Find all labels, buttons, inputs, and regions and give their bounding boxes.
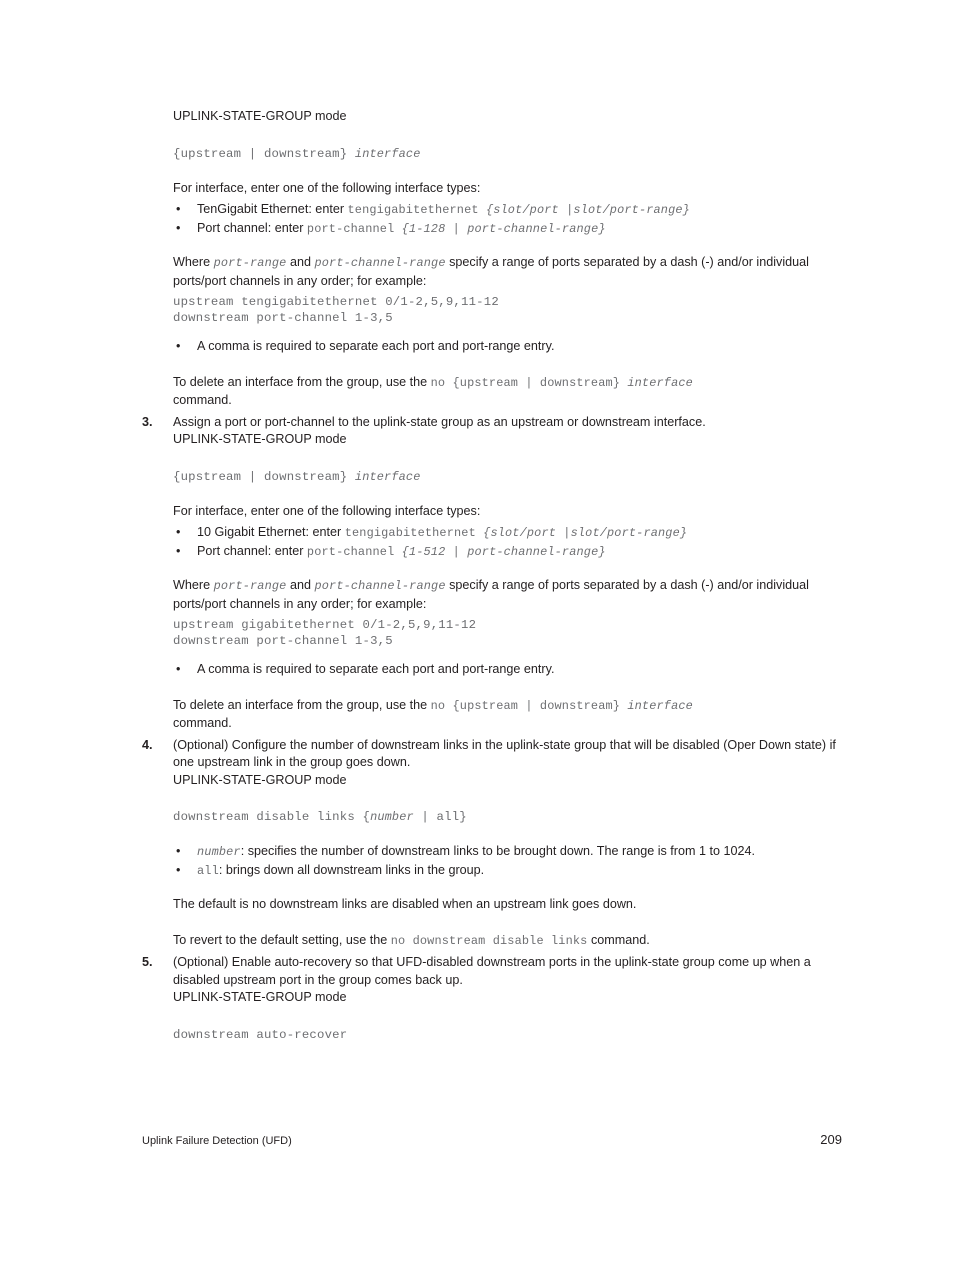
bullet-dot-icon: • xyxy=(176,862,181,877)
bullet-dot-icon: • xyxy=(176,662,181,676)
bullet-mono: port-channel xyxy=(306,544,402,559)
comma-note-list-1: • A comma is required to separate each po… xyxy=(142,338,842,356)
downstream-disable-options-list: • number: specifies the number of downstr… xyxy=(142,843,842,880)
bullet-dot-icon: • xyxy=(176,339,181,353)
bullet-mono: all xyxy=(197,863,219,878)
step-text: (Optional) Configure the number of downs… xyxy=(173,737,836,770)
list-item: • all: brings down all downstream links i… xyxy=(176,862,842,881)
step-text: (Optional) Enable auto-recovery so that … xyxy=(173,955,811,987)
bullet-dot-icon: • xyxy=(176,844,181,858)
bullet-label: Port channel: enter xyxy=(197,543,307,558)
delete-pre: To delete an interface from the group, u… xyxy=(173,697,431,712)
interface-types-list-1: • TenGigabit Ethernet: enter tengigabitet… xyxy=(142,201,842,238)
bullet-label: Port channel: enter xyxy=(197,220,307,235)
where-mono-1: port-range xyxy=(213,256,287,270)
bullet-mono: port-channel xyxy=(306,221,402,236)
bullet-mono: tengigabitethernet xyxy=(347,203,486,217)
where-mid: and xyxy=(286,578,315,592)
delete-pre: To delete an interface from the group, u… xyxy=(173,374,431,389)
list-item: • A comma is required to separate each po… xyxy=(176,661,842,679)
bullet-mono: tengigabitethernet xyxy=(344,526,484,540)
syntax-plain-1: {upstream | downstream} xyxy=(173,146,355,161)
revert-mono: no downstream disable links xyxy=(390,933,588,948)
list-item: • A comma is required to separate each po… xyxy=(176,338,842,356)
bullet-label: TenGigabit Ethernet: enter xyxy=(197,202,348,216)
syntax-downstream-auto-recover: downstream auto-recover xyxy=(173,1027,348,1042)
step-5: 5. (Optional) Enable auto-recovery so th… xyxy=(142,954,845,1007)
list-item: • Port channel: enter port-channel {1-512… xyxy=(176,543,842,562)
example-code-1: upstream tengigabitethernet 0/1-2,5,9,11… xyxy=(173,295,499,325)
revert-post: command. xyxy=(587,932,650,947)
list-item: • 10 Gigabit Ethernet: enter tengigabitet… xyxy=(176,524,842,543)
syntax-italic-4: number xyxy=(370,810,414,824)
step-text: Assign a port or port-channel to the upl… xyxy=(173,414,706,429)
comma-note-list-3: • A comma is required to separate each po… xyxy=(142,661,842,679)
list-item: • number: specifies the number of downstr… xyxy=(176,843,842,862)
footer-page-number: 209 xyxy=(820,1132,842,1147)
bullet-italic: {slot/port |slot/port-range} xyxy=(483,526,688,540)
default-note-4: The default is no downstream links are d… xyxy=(173,897,637,911)
syntax-interface-3: {upstream | downstream} interface xyxy=(173,469,845,485)
step-number: 5. xyxy=(142,955,153,969)
bullet-label: A comma is required to separate each por… xyxy=(197,662,555,676)
syntax-plain-3: {upstream | downstream} xyxy=(173,469,355,484)
delete-post: command. xyxy=(173,393,232,407)
page-content: UPLINK-STATE-GROUP mode {upstream | down… xyxy=(142,108,842,1043)
delete-interface-note-3: To delete an interface from the group, u… xyxy=(173,697,845,733)
step-4: 4. (Optional) Configure the number of do… xyxy=(142,737,845,790)
bullet-dot-icon: • xyxy=(176,202,181,216)
example-code-3: upstream gigabitethernet 0/1-2,5,9,11-12… xyxy=(173,618,477,648)
bullet-dot-icon: • xyxy=(176,525,181,539)
where-paragraph-3: Where port-range and port-channel-range … xyxy=(173,577,845,613)
uplink-state-group-mode-label-4: UPLINK-STATE-GROUP mode xyxy=(173,772,347,787)
syntax-italic-3: interface xyxy=(354,469,421,484)
delete-italic: interface xyxy=(627,698,693,713)
page-footer: Uplink Failure Detection (UFD) 209 xyxy=(142,1132,842,1147)
syntax-plain-4b: | all} xyxy=(413,810,467,824)
interface-types-intro-1: For interface, enter one of the followin… xyxy=(173,180,481,195)
interface-types-list-3: • 10 Gigabit Ethernet: enter tengigabitet… xyxy=(142,524,842,561)
syntax-downstream-disable-links: downstream disable links {number | all} xyxy=(173,809,845,825)
delete-interface-note-1: To delete an interface from the group, u… xyxy=(173,374,845,410)
step-3: 3. Assign a port or port-channel to the … xyxy=(142,414,845,449)
syntax-interface-1: {upstream | downstream} interface xyxy=(173,146,845,162)
where-paragraph-1: Where port-range and port-channel-range … xyxy=(173,254,845,290)
bullet-mono: number xyxy=(197,845,241,859)
bullet-label: : specifies the number of downstream lin… xyxy=(240,844,756,858)
bullet-italic: {slot/port |slot/port-range} xyxy=(485,203,690,217)
list-item: • Port channel: enter port-channel {1-128… xyxy=(176,220,842,239)
where-mono-1: port-range xyxy=(213,579,287,593)
uplink-state-group-mode-label-3: UPLINK-STATE-GROUP mode xyxy=(173,432,347,446)
syntax-plain-4: downstream disable links { xyxy=(173,810,371,824)
where-pre: Where xyxy=(173,255,214,269)
document-page: UPLINK-STATE-GROUP mode {upstream | down… xyxy=(0,0,954,1268)
uplink-state-group-mode-label-1: UPLINK-STATE-GROUP mode xyxy=(173,109,347,123)
bullet-italic: {1-512 | port-channel-range} xyxy=(401,544,606,559)
bullet-label: 10 Gigabit Ethernet: enter xyxy=(197,525,345,539)
where-mono-2: port-channel-range xyxy=(314,256,446,270)
list-item: • TenGigabit Ethernet: enter tengigabitet… xyxy=(176,201,842,220)
step-number: 3. xyxy=(142,414,153,429)
bullet-dot-icon: • xyxy=(176,543,181,558)
uplink-state-group-mode-label-5: UPLINK-STATE-GROUP mode xyxy=(173,990,347,1004)
bullet-label: A comma is required to separate each por… xyxy=(197,339,555,353)
revert-note-4: To revert to the default setting, use th… xyxy=(173,932,845,951)
delete-mono: no {upstream | downstream} xyxy=(430,698,628,713)
delete-post: command. xyxy=(173,716,232,730)
delete-mono: no {upstream | downstream} xyxy=(430,375,628,390)
footer-chapter-title: Uplink Failure Detection (UFD) xyxy=(142,1135,292,1147)
where-mid: and xyxy=(286,255,315,269)
where-mono-2: port-channel-range xyxy=(314,579,446,593)
syntax-italic-1: interface xyxy=(354,146,421,161)
delete-italic: interface xyxy=(627,375,693,390)
step-number: 4. xyxy=(142,737,153,752)
bullet-italic: {1-128 | port-channel-range} xyxy=(401,221,606,236)
bullet-label: : brings down all downstream links in th… xyxy=(218,862,485,877)
interface-types-intro-3: For interface, enter one of the followin… xyxy=(173,503,481,518)
bullet-dot-icon: • xyxy=(176,220,181,235)
where-pre: Where xyxy=(173,578,214,592)
revert-pre: To revert to the default setting, use th… xyxy=(173,932,391,947)
